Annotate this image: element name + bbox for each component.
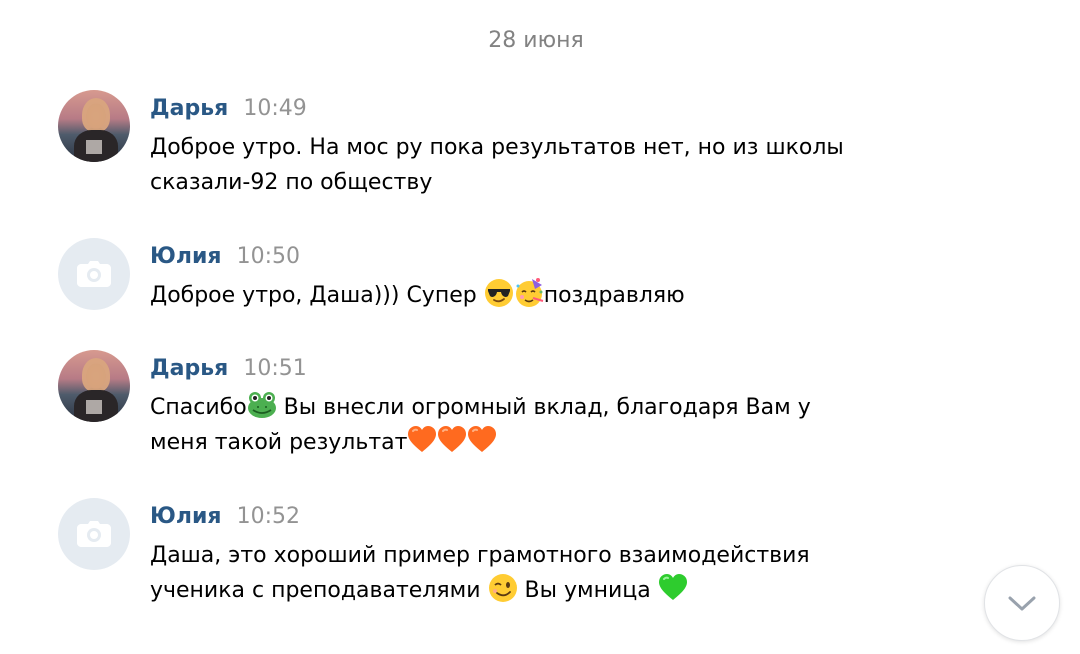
message-text-part: поздравляю [543,283,685,308]
message-time[interactable]: 10:51 [243,356,306,381]
message-text-part: Спасибо [150,395,247,420]
message-line: Даша, это хороший пример грамотного взаи… [150,543,810,568]
orange-heart-emoji [407,425,437,455]
avatar[interactable] [58,238,130,310]
orange-heart-emoji [467,425,497,455]
message-text: Спасибо Вы внесли огромный вклад, благод… [150,390,930,460]
green-heart-emoji [658,573,688,603]
avatar[interactable] [58,90,130,162]
message-text-part: меня такой результат [150,430,408,455]
message-text-part: Вы внесли огромный вклад, благодаря Вам … [276,395,811,420]
message-line: сказали-92 по обществу [150,170,433,195]
party-face-emoji [514,278,544,308]
message-text-part: Вы умница [517,578,658,603]
message-text-part: ученика с преподавателями [150,578,488,603]
frog-emoji [247,390,277,420]
author-name[interactable]: Дарья [150,96,228,121]
message-text: Доброе утро, Даша))) Супер поздравляю [150,278,930,313]
camera-icon [77,261,111,287]
message-time[interactable]: 10:52 [237,504,300,529]
avatar[interactable] [58,498,130,570]
message: Дарья 10:51 Спасибо Вы внесли огромный в… [58,350,938,460]
message-time[interactable]: 10:49 [243,96,306,121]
date-separator: 28 июня [488,28,584,53]
message-text-part: Доброе утро, Даша))) Супер [150,283,484,308]
sunglasses-emoji [484,278,514,308]
author-name[interactable]: Дарья [150,356,228,381]
message: Юлия 10:50 Доброе утро, Даша))) Супер по… [58,238,938,318]
message-time[interactable]: 10:50 [237,244,300,269]
author-name[interactable]: Юлия [150,244,221,269]
winking-face-emoji [488,573,518,603]
chevron-down-icon [1008,596,1036,611]
message: Дарья 10:49 Доброе утро. На мос ру пока … [58,90,938,200]
message-line: Доброе утро. На мос ру пока результатов … [150,135,844,160]
camera-icon [77,521,111,547]
author-name[interactable]: Юлия [150,504,221,529]
avatar[interactable] [58,350,130,422]
message-text: Даша, это хороший пример грамотного взаи… [150,538,930,608]
scroll-down-button[interactable] [984,565,1060,641]
message: Юлия 10:52 Даша, это хороший пример грам… [58,498,938,618]
orange-heart-emoji [437,425,467,455]
message-text: Доброе утро. На мос ру пока результатов … [150,130,930,200]
